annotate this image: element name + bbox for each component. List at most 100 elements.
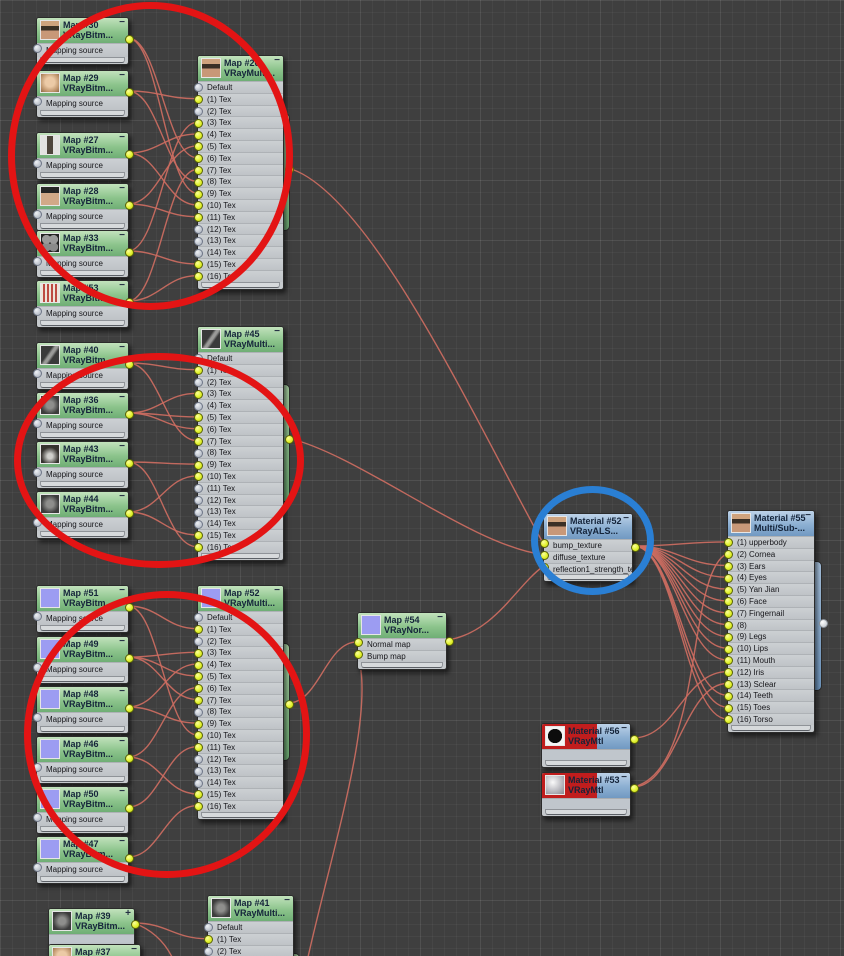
collapse-icon[interactable]: −	[119, 343, 125, 353]
output-socket[interactable]	[124, 247, 134, 257]
input-socket[interactable]	[724, 621, 733, 630]
node-map26[interactable]: Map #26 VRayMulti... − Default (1) Tex (2) Te…	[194, 55, 294, 290]
output-socket[interactable]	[818, 618, 828, 628]
collapse-icon[interactable]: −	[274, 586, 280, 596]
input-socket[interactable]	[194, 707, 203, 717]
input-socket[interactable]	[33, 418, 42, 428]
input-socket[interactable]	[33, 158, 42, 168]
collapse-icon[interactable]: −	[119, 586, 125, 596]
output-socket[interactable]	[124, 297, 134, 307]
node-map45[interactable]: Map #45 VRayMulti... − Default (1) Tex (2) Te…	[194, 326, 294, 561]
output-socket[interactable]	[124, 653, 134, 663]
input-socket[interactable]	[724, 680, 733, 689]
collapse-icon[interactable]: −	[621, 773, 627, 783]
input-socket[interactable]	[194, 778, 203, 788]
collapse-icon[interactable]: −	[119, 637, 125, 647]
collapse-icon[interactable]: −	[119, 18, 125, 28]
input-socket[interactable]	[194, 519, 203, 529]
input-socket[interactable]	[33, 712, 42, 722]
input-socket[interactable]	[33, 467, 42, 477]
output-socket[interactable]	[629, 734, 639, 744]
node-map48[interactable]: Map #48 VRayBitm... − Mapping source	[33, 686, 134, 734]
input-socket[interactable]	[724, 691, 733, 701]
input-socket[interactable]	[194, 766, 203, 776]
input-socket[interactable]	[33, 96, 42, 106]
input-socket[interactable]	[194, 719, 203, 729]
node-map33[interactable]: Map #33 VRayBitm... − Mapping source	[33, 230, 134, 278]
input-socket[interactable]	[194, 637, 203, 646]
input-socket[interactable]	[194, 460, 203, 470]
collapse-icon[interactable]: −	[621, 724, 627, 734]
node-map51[interactable]: Map #51 VRayBitm... − Mapping source	[33, 585, 134, 633]
input-socket[interactable]	[194, 189, 203, 199]
collapse-icon[interactable]: −	[284, 896, 290, 906]
output-socket[interactable]	[629, 783, 639, 793]
output-socket[interactable]	[124, 87, 134, 97]
output-socket[interactable]	[124, 508, 134, 518]
output-socket[interactable]	[124, 753, 134, 763]
node-map46[interactable]: Map #46 VRayBitm... − Mapping source	[33, 736, 134, 784]
collapse-icon[interactable]: −	[119, 442, 125, 452]
collapse-icon[interactable]: −	[119, 687, 125, 697]
node-mat52[interactable]: Material #52 VRayALS... − bump_texture diffu…	[540, 513, 640, 583]
node-map43[interactable]: Map #43 VRayBitm... − Mapping source	[33, 441, 134, 489]
collapse-icon[interactable]: −	[119, 737, 125, 747]
output-socket[interactable]	[124, 803, 134, 813]
output-socket[interactable]	[124, 853, 134, 863]
input-socket[interactable]	[194, 225, 203, 234]
output-socket[interactable]	[284, 699, 294, 709]
collapse-icon[interactable]: −	[119, 787, 125, 797]
input-socket[interactable]	[194, 660, 203, 670]
collapse-icon[interactable]: −	[119, 837, 125, 847]
input-socket[interactable]	[194, 507, 203, 517]
collapse-icon[interactable]: −	[119, 184, 125, 194]
output-socket[interactable]	[124, 409, 134, 419]
output-socket[interactable]	[124, 34, 134, 44]
input-socket[interactable]	[33, 762, 42, 772]
input-socket[interactable]	[194, 177, 203, 187]
input-socket[interactable]	[33, 256, 42, 266]
node-mat53mtl[interactable]: Material #53 VRayMtl −	[541, 772, 639, 817]
input-socket[interactable]	[194, 755, 203, 764]
input-socket[interactable]	[724, 585, 733, 595]
expand-icon[interactable]: +	[125, 909, 131, 919]
input-socket[interactable]	[194, 248, 203, 258]
input-socket[interactable]	[724, 703, 733, 713]
output-socket[interactable]	[444, 636, 454, 646]
node-map49[interactable]: Map #49 VRayBitm... − Mapping source	[33, 636, 134, 684]
node-map28[interactable]: Map #28 VRayBitm... − Mapping source	[33, 183, 134, 231]
node-map41[interactable]: Map #41 VRayMulti... − Default (1) Tex (2) Te…	[204, 895, 300, 956]
input-socket[interactable]	[33, 43, 42, 53]
output-socket[interactable]	[630, 542, 640, 552]
input-socket[interactable]	[724, 562, 733, 571]
output-socket[interactable]	[124, 703, 134, 713]
input-socket[interactable]	[194, 696, 203, 705]
input-socket[interactable]	[194, 118, 203, 128]
output-socket[interactable]	[124, 602, 134, 612]
node-map47[interactable]: Map #47 VRayBitm... − Mapping source	[33, 836, 134, 884]
input-socket[interactable]	[33, 368, 42, 378]
output-socket[interactable]	[124, 149, 134, 159]
collapse-icon[interactable]: −	[805, 511, 811, 521]
input-socket[interactable]	[194, 378, 203, 387]
collapse-icon[interactable]: −	[119, 71, 125, 81]
slate-material-editor-canvas[interactable]: Map #30 VRayBitm... − Mapping source Map #29…	[0, 0, 844, 956]
output-socket[interactable]	[124, 359, 134, 369]
collapse-icon[interactable]: −	[119, 492, 125, 502]
output-socket[interactable]	[284, 164, 294, 174]
input-socket[interactable]	[724, 573, 733, 583]
node-map40[interactable]: Map #40 VRayBitm... − Mapping source	[33, 342, 134, 390]
input-socket[interactable]	[33, 662, 42, 672]
node-mat56[interactable]: Material #56 VRayMtl −	[541, 723, 639, 768]
node-map27[interactable]: Map #27 VRayBitm... − Mapping source	[33, 132, 134, 180]
input-socket[interactable]	[33, 517, 42, 527]
input-socket[interactable]	[33, 306, 42, 316]
node-map30[interactable]: Map #30 VRayBitm... − Mapping source	[33, 17, 134, 65]
input-socket[interactable]	[204, 947, 213, 956]
collapse-icon[interactable]: −	[437, 613, 443, 623]
collapse-icon[interactable]: −	[274, 327, 280, 337]
input-socket[interactable]	[194, 166, 203, 175]
node-map44[interactable]: Map #44 VRayBitm... − Mapping source	[33, 491, 134, 539]
node-mat55[interactable]: Material #55 Multi/Sub-... − (1) upperbody(…	[724, 510, 828, 733]
input-socket[interactable]	[194, 107, 203, 116]
